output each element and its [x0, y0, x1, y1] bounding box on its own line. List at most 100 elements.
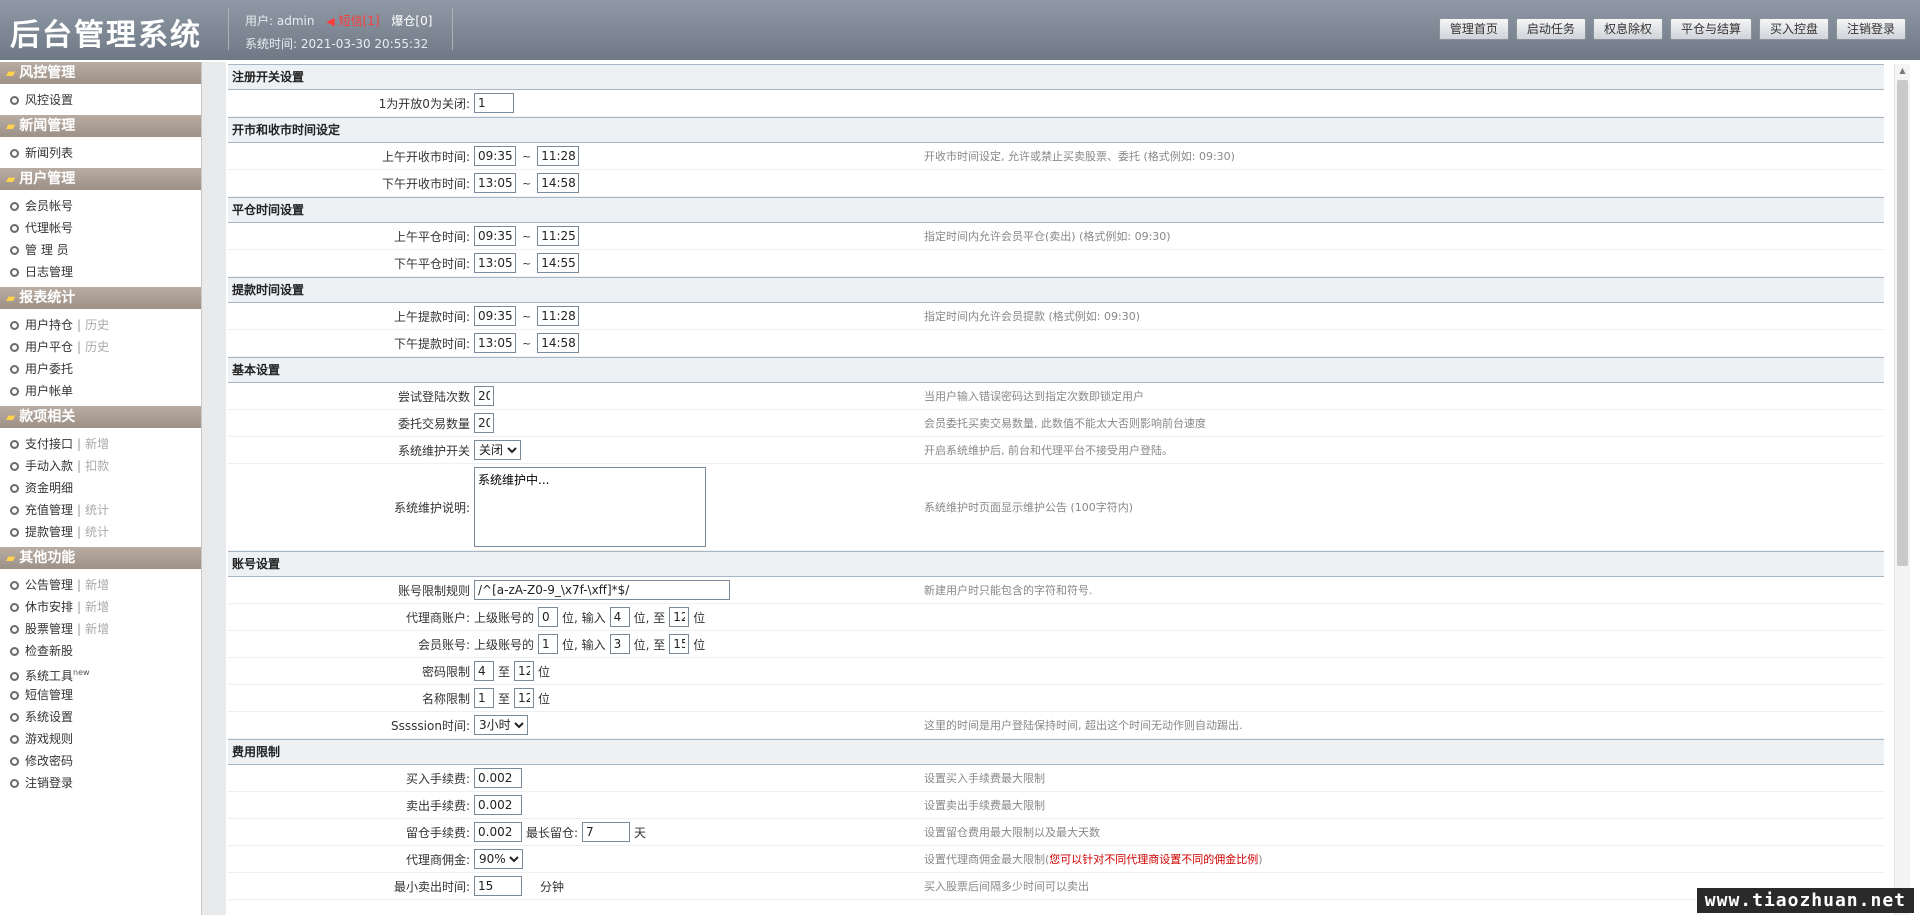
- sidebar-item[interactable]: 用户帐单: [0, 380, 201, 402]
- name-min-input[interactable]: [474, 688, 494, 708]
- market-am-to-input[interactable]: [537, 146, 580, 166]
- header-bar: 后台管理系统 用户: admin ◀ 短信[1] 爆仓[0] 系统时间: 202…: [0, 0, 1920, 60]
- range-tilde: ~: [522, 256, 532, 270]
- maintenance-notice-textarea[interactable]: 系统维护中...: [474, 467, 706, 547]
- keep-days-input[interactable]: [582, 822, 631, 842]
- maintenance-switch-select[interactable]: 关闭: [474, 440, 521, 460]
- market-pm-to-input[interactable]: [537, 173, 580, 193]
- sidebar-group-title[interactable]: ▰ 其他功能: [0, 547, 201, 569]
- top-button-1[interactable]: 启动任务: [1515, 18, 1586, 40]
- sidebar-sub-link[interactable]: 扣款: [85, 459, 109, 473]
- sidebar-item[interactable]: 用户平仓 | 历史: [0, 336, 201, 358]
- sidebar-item[interactable]: 修改密码: [0, 750, 201, 772]
- sidebar-sub-link[interactable]: 新增: [85, 578, 109, 592]
- sidebar-item[interactable]: 提款管理 | 统计: [0, 521, 201, 543]
- sidebar-item[interactable]: 代理帐号: [0, 217, 201, 239]
- register-switch-input[interactable]: [474, 93, 514, 113]
- session-time-select[interactable]: 3小时: [474, 715, 528, 735]
- field-hint: 设置代理商佣金最大限制(您可以针对不同代理商设置不同的佣金比例): [924, 851, 1884, 867]
- top-button-4[interactable]: 买入控盘: [1758, 18, 1829, 40]
- sidebar-item[interactable]: 充值管理 | 统计: [0, 499, 201, 521]
- withdraw-am-to-input[interactable]: [537, 306, 580, 326]
- sidebar-sub-link[interactable]: 统计: [85, 525, 109, 539]
- sidebar-item-label: 支付接口: [25, 437, 74, 451]
- sidebar-group-title[interactable]: ▰ 风控管理: [0, 62, 201, 84]
- sidebar-item[interactable]: 会员帐号: [0, 195, 201, 217]
- sidebar-item[interactable]: 休市安排 | 新增: [0, 596, 201, 618]
- scroll-thumb[interactable]: [1897, 80, 1908, 566]
- name-max-input[interactable]: [514, 688, 535, 708]
- sidebar-item-label: 用户帐单: [25, 384, 74, 398]
- sidebar-item[interactable]: 注销登录: [0, 772, 201, 794]
- top-button-2[interactable]: 权息除权: [1592, 18, 1663, 40]
- sidebar-item[interactable]: 股票管理 | 新增: [0, 618, 201, 640]
- field-label: 上午开收市时间:: [381, 149, 470, 164]
- sidebar-sub-link[interactable]: 历史: [85, 340, 109, 354]
- agent-commission-select[interactable]: 90%: [474, 849, 523, 869]
- close-pm-to-input[interactable]: [537, 253, 580, 273]
- sidebar-sub-link[interactable]: 新增: [85, 600, 109, 614]
- sidebar-item[interactable]: 公告管理 | 新增: [0, 574, 201, 596]
- market-pm-from-input[interactable]: [474, 173, 516, 193]
- member-input-digits-input[interactable]: [609, 634, 630, 654]
- sidebar-group-label: 风控管理: [19, 65, 76, 81]
- top-button-0[interactable]: 管理首页: [1438, 18, 1509, 40]
- agent-max-digits-input[interactable]: [669, 607, 690, 627]
- member-max-digits-input[interactable]: [669, 634, 690, 654]
- password-min-input[interactable]: [474, 661, 494, 681]
- close-am-to-input[interactable]: [537, 226, 580, 246]
- warehouse-link[interactable]: 爆仓[0]: [391, 14, 432, 28]
- login-attempts-input[interactable]: [474, 386, 494, 406]
- sidebar-sub-link[interactable]: 历史: [85, 318, 109, 332]
- market-am-from-input[interactable]: [474, 146, 516, 166]
- min-sell-time-input[interactable]: [474, 876, 522, 896]
- account-rule-input[interactable]: [474, 580, 730, 600]
- section-fee: 费用限制 买入手续费: 设置买入手续费最大限制 卖出手续费: 设置卖出手续费最大…: [228, 739, 1884, 900]
- agent-parent-digits-input[interactable]: [538, 607, 559, 627]
- sidebar-item[interactable]: 手动入款 | 扣款: [0, 455, 201, 477]
- sell-fee-input[interactable]: [474, 795, 522, 815]
- sidebar-group-title[interactable]: ▰ 用户管理: [0, 168, 201, 190]
- keep-fee-input[interactable]: [474, 822, 522, 842]
- close-am-from-input[interactable]: [474, 226, 516, 246]
- withdraw-pm-to-input[interactable]: [537, 333, 580, 353]
- sidebar-sub-link[interactable]: 统计: [85, 503, 109, 517]
- sidebar-item[interactable]: 系统设置: [0, 706, 201, 728]
- bullet-icon: [10, 713, 19, 722]
- password-max-input[interactable]: [514, 661, 535, 681]
- sidebar-sub-link[interactable]: 新增: [85, 437, 109, 451]
- sidebar-item[interactable]: 新闻列表: [0, 142, 201, 164]
- sidebar-item[interactable]: 系统工具new: [0, 662, 201, 684]
- top-button-3[interactable]: 平仓与结算: [1669, 18, 1752, 40]
- folder-icon: ▰: [6, 291, 16, 305]
- withdraw-am-from-input[interactable]: [474, 306, 516, 326]
- sidebar-item[interactable]: 日志管理: [0, 261, 201, 283]
- member-parent-digits-input[interactable]: [538, 634, 559, 654]
- sidebar-group-title[interactable]: ▰ 报表统计: [0, 287, 201, 309]
- sidebar-item[interactable]: 用户委托: [0, 358, 201, 380]
- sidebar-group-title[interactable]: ▰ 款项相关: [0, 406, 201, 428]
- vertical-scrollbar[interactable]: ▲: [1894, 64, 1910, 915]
- scroll-up-icon[interactable]: ▲: [1895, 64, 1910, 78]
- inline-text: 位: [693, 610, 706, 625]
- buy-fee-input[interactable]: [474, 768, 522, 788]
- agent-input-digits-input[interactable]: [609, 607, 630, 627]
- sidebar-item[interactable]: 资金明细: [0, 477, 201, 499]
- close-pm-from-input[interactable]: [474, 253, 516, 273]
- sidebar-item[interactable]: 检查新股: [0, 640, 201, 662]
- order-count-input[interactable]: [474, 413, 494, 433]
- sidebar-item[interactable]: 用户持仓 | 历史: [0, 314, 201, 336]
- range-tilde: ~: [522, 229, 532, 243]
- sidebar-item[interactable]: 风控设置: [0, 89, 201, 111]
- sidebar-item-label: 提款管理: [25, 525, 74, 539]
- form-row: 上午开收市时间: ~ 开收市时间设定, 允许或禁止买卖股票、委托 (格式例如: …: [228, 143, 1884, 170]
- sidebar-item[interactable]: 管 理 员: [0, 239, 201, 261]
- top-button-5[interactable]: 注销登录: [1835, 18, 1906, 40]
- sms-link[interactable]: 短信[1]: [339, 14, 380, 28]
- withdraw-pm-from-input[interactable]: [474, 333, 516, 353]
- sidebar-item[interactable]: 短信管理: [0, 684, 201, 706]
- sidebar-sub-link[interactable]: 新增: [85, 622, 109, 636]
- sidebar-item[interactable]: 游戏规则: [0, 728, 201, 750]
- sidebar-item[interactable]: 支付接口 | 新增: [0, 433, 201, 455]
- sidebar-group-title[interactable]: ▰ 新闻管理: [0, 115, 201, 137]
